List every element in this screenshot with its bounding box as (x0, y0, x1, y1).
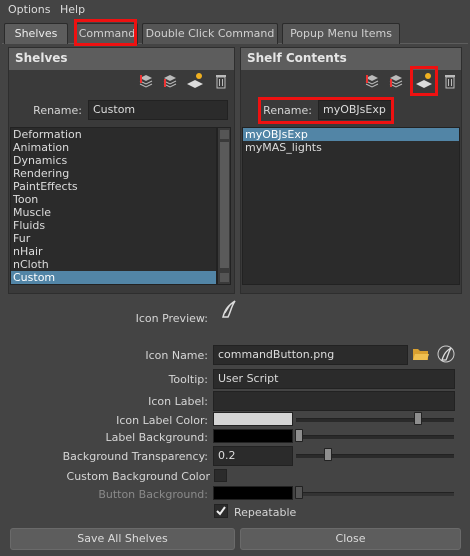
shelf-contents-list[interactable]: myOBJsExp myMAS_lights (242, 127, 460, 285)
shelves-list[interactable]: Deformation Animation Dynamics Rendering Pai… (10, 127, 217, 285)
save-all-shelves-button[interactable]: Save All Shelves (10, 528, 235, 550)
list-item[interactable]: Fluids (11, 219, 216, 232)
menu-options[interactable]: Options (8, 3, 50, 16)
list-item[interactable]: Rendering (11, 167, 216, 180)
list-item[interactable]: PaintEffects (11, 180, 216, 193)
list-item[interactable]: myMAS_lights (243, 141, 459, 154)
icon-label-input[interactable] (213, 391, 455, 411)
move-up-icon[interactable] (138, 73, 154, 89)
label-background-label: Label Background: (105, 431, 208, 444)
new-item-highlight (410, 66, 438, 96)
tab-command-highlight (74, 19, 137, 46)
icon-browse-icon[interactable] (437, 344, 455, 364)
list-item[interactable]: Dynamics (11, 154, 216, 167)
background-transparency-label: Background Transparency: (62, 450, 208, 463)
tab-popup-menu-items[interactable]: Popup Menu Items (282, 23, 400, 44)
new-shelf-icon[interactable] (186, 72, 204, 89)
move-down-icon[interactable] (388, 73, 404, 89)
background-transparency-input[interactable]: 0.2 (213, 446, 293, 466)
icon-label-color-slider-handle[interactable] (414, 412, 422, 425)
shelves-rename-input[interactable]: Custom (88, 100, 228, 120)
button-background-swatch (213, 486, 293, 500)
list-item[interactable]: myOBJsExp (243, 128, 459, 141)
list-item[interactable]: Animation (11, 141, 216, 154)
label-background-slider-handle[interactable] (295, 429, 303, 442)
button-background-label: Button Background: (98, 488, 208, 501)
icon-name-label: Icon Name: (145, 349, 208, 362)
shelves-rename-label: Rename: (33, 104, 82, 117)
list-item[interactable]: Deformation (11, 128, 216, 141)
repeatable-label: Repeatable (234, 506, 297, 519)
tab-double-click-command[interactable]: Double Click Command (142, 23, 278, 44)
shelves-panel-title: Shelves (9, 48, 234, 70)
move-down-icon[interactable] (162, 73, 178, 89)
icon-preview-image (222, 300, 236, 318)
list-item[interactable]: Toon (11, 193, 216, 206)
scroll-up-arrow-icon[interactable] (220, 130, 229, 139)
menu-help[interactable]: Help (60, 3, 85, 16)
button-background-slider-handle (295, 486, 303, 499)
label-background-slider[interactable] (296, 435, 454, 439)
list-item[interactable]: Fur (11, 232, 216, 245)
icon-preview-label: Icon Preview: (135, 312, 208, 325)
rename-highlight (258, 97, 394, 124)
icon-name-input[interactable]: commandButton.png (213, 345, 408, 365)
trash-icon[interactable] (214, 73, 228, 89)
icon-label-color-swatch[interactable] (213, 412, 293, 426)
custom-background-color-label: Custom Background Color (66, 470, 210, 483)
icon-label-label: Icon Label: (148, 395, 208, 408)
folder-icon[interactable] (412, 346, 430, 362)
background-transparency-slider-handle[interactable] (324, 448, 332, 461)
icon-label-color-label: Icon Label Color: (116, 414, 208, 427)
move-up-icon[interactable] (364, 73, 380, 89)
background-transparency-slider[interactable] (296, 454, 454, 458)
list-item[interactable]: nHair (11, 245, 216, 258)
tooltip-label: Tooltip: (168, 373, 208, 386)
list-item[interactable]: Muscle (11, 206, 216, 219)
label-background-swatch[interactable] (213, 429, 293, 443)
shelves-list-scrollbar[interactable] (217, 127, 231, 285)
close-button[interactable]: Close (240, 528, 461, 550)
trash-icon[interactable] (443, 73, 457, 89)
list-item[interactable]: nCloth (11, 258, 216, 271)
checkmark-icon (216, 506, 226, 516)
scroll-down-arrow-icon[interactable] (220, 273, 229, 282)
repeatable-checkbox[interactable] (214, 504, 228, 518)
tab-shelves[interactable]: Shelves (4, 23, 68, 44)
tooltip-input[interactable]: User Script (213, 369, 455, 389)
list-item[interactable]: Custom (11, 271, 216, 284)
scrollbar-thumb[interactable] (220, 142, 229, 268)
button-background-slider (296, 492, 454, 496)
icon-label-color-slider[interactable] (296, 418, 454, 422)
custom-background-color-checkbox[interactable] (214, 469, 227, 482)
